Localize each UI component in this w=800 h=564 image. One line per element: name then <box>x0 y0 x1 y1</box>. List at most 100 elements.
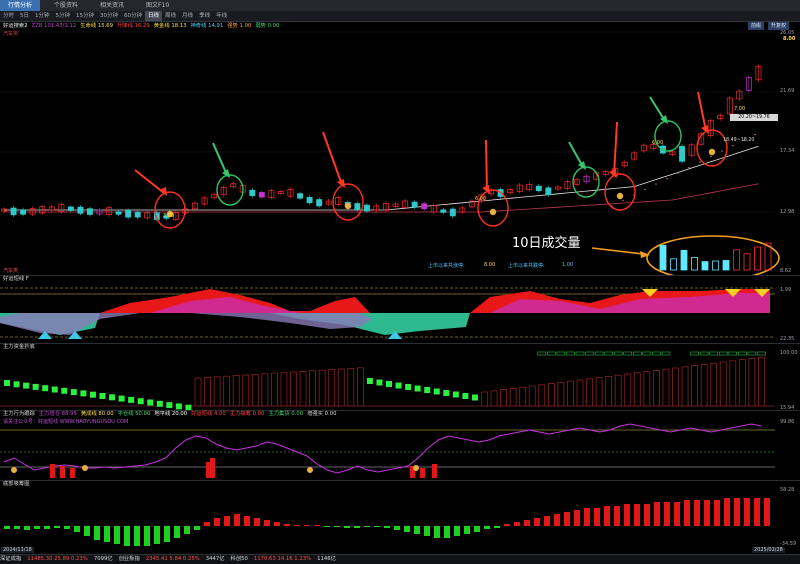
panel3-bar-chart[interactable] <box>0 350 780 410</box>
p3-green-block-1 <box>13 381 20 388</box>
money-bag-icon-2 <box>489 208 497 216</box>
p4-badge-icon-3 <box>413 465 419 471</box>
p5-bar-6 <box>64 526 70 529</box>
p3-green-block-5 <box>51 386 58 393</box>
green-circle-2 <box>654 120 682 152</box>
main-indicator-header: 好运搜索2 ZZB 101.43/3.12 生命线 15.69 升降线 16.29 黄金… <box>3 22 283 30</box>
p3-top-marker-77 <box>738 351 747 356</box>
p4-red-bar-1 <box>60 466 65 478</box>
panel2-band-chart[interactable] <box>0 283 780 343</box>
p3-red-outline-73 <box>700 363 708 407</box>
volume-bar-7 <box>733 249 740 271</box>
period-button-8[interactable]: 周线 <box>162 11 179 21</box>
tab-1[interactable]: 个股资料 <box>46 0 86 11</box>
limit-down-label: 上市以来共跌停: <box>508 263 545 269</box>
ma-line-white <box>4 145 759 211</box>
p3-red-outline-70 <box>672 367 679 407</box>
p3-red-outline-79 <box>758 356 765 407</box>
candle-body-33 <box>316 199 323 207</box>
p3-top-marker-60 <box>575 351 585 356</box>
p3-red-outline-65 <box>624 373 632 407</box>
tab-0[interactable]: 行情分析 <box>0 0 41 11</box>
projection-dot-5 <box>666 177 668 180</box>
main-candlestick-chart[interactable] <box>0 30 800 275</box>
green-arrow-0 <box>212 142 228 176</box>
period-button-6[interactable]: 60分钟 <box>121 11 145 21</box>
p3-green-block-45 <box>433 388 440 395</box>
p5-bar-18 <box>184 526 190 534</box>
projection-dot-11 <box>732 144 734 147</box>
p3-top-marker-66 <box>632 351 642 356</box>
level-label-3: 3.00 <box>163 213 175 219</box>
p3-red-outline-35 <box>337 368 345 407</box>
tab-2[interactable]: 相关资讯 <box>92 0 132 11</box>
p3-red-outline-78 <box>748 357 756 407</box>
p5-bar-55 <box>554 514 560 526</box>
p3-green-block-11 <box>109 394 116 401</box>
status-item-5: 3447亿 <box>205 556 225 562</box>
period-button-1[interactable]: 5日 <box>17 11 32 21</box>
p3-green-block-3 <box>32 383 39 390</box>
volume-bar-5 <box>712 260 719 271</box>
prefix-button[interactable]: 前缀 <box>748 22 765 30</box>
p3-top-marker-79 <box>757 351 766 356</box>
p3-red-outline-25 <box>242 374 250 407</box>
p5-bar-2 <box>24 526 30 530</box>
p3-red-outline-33 <box>318 369 326 407</box>
main-header-item-3: 升降线 16.29 <box>117 23 150 29</box>
volume-bar-0 <box>659 244 667 271</box>
panel4-header-item-2: 黄成线 80.00 <box>80 411 114 417</box>
panel3-axis-top: 100.00 <box>780 350 798 356</box>
period-button-2[interactable]: 1分钟 <box>32 11 53 21</box>
money-bag-icon-3 <box>616 192 624 200</box>
p4-badge-icon-2 <box>307 467 313 473</box>
p3-top-marker-62 <box>594 351 604 356</box>
level-label-6: 6.00 <box>652 140 664 146</box>
p3-green-block-43 <box>414 385 421 392</box>
p5-bar-49 <box>494 526 500 528</box>
p3-green-block-46 <box>443 390 450 396</box>
adjust-button[interactable]: 升复权 <box>768 22 790 30</box>
p5-bar-57 <box>574 510 580 526</box>
panel4-header-item-3: 平仓线 50.00 <box>117 411 151 417</box>
p5-bar-54 <box>544 516 550 526</box>
candle-body-2 <box>20 209 27 215</box>
volume-pointer-line <box>591 247 644 255</box>
main-header-item-6: 强势 1.00 <box>227 23 252 29</box>
panel2-axis-top: 1.99 <box>780 287 792 293</box>
period-button-3[interactable]: 5分钟 <box>53 11 74 21</box>
panel4-line-chart[interactable] <box>0 418 780 480</box>
p5-bar-17 <box>174 526 180 538</box>
panel2-header: 好运短线 F <box>3 275 33 283</box>
status-item-8: 1146亿 <box>317 556 336 562</box>
p5-bar-22 <box>224 516 230 526</box>
red-arrow-0 <box>134 169 165 194</box>
p5-bar-63 <box>634 504 640 526</box>
p3-red-outline-20 <box>194 377 202 407</box>
period-button-9[interactable]: 月线 <box>179 11 196 21</box>
period-button-0[interactable]: 分时 <box>0 11 17 21</box>
p3-red-outline-28 <box>270 372 278 407</box>
period-button-5[interactable]: 30分钟 <box>97 11 121 21</box>
projection-dot-1 <box>622 199 624 202</box>
period-button-10[interactable]: 季线 <box>196 11 213 21</box>
p5-bar-58 <box>584 508 590 526</box>
p5-bar-60 <box>604 506 610 526</box>
period-button-11[interactable]: 年线 <box>213 11 230 21</box>
p3-top-marker-58 <box>556 351 566 356</box>
p3-top-marker-57 <box>547 351 556 356</box>
p5-bar-34 <box>344 526 350 528</box>
red-arrow-4 <box>697 91 707 132</box>
p3-red-outline-77 <box>738 359 746 407</box>
period-button-7[interactable]: 日线 <box>145 11 163 21</box>
p5-bar-16 <box>164 526 170 542</box>
tab-3[interactable]: 图文F10 <box>138 0 177 11</box>
period-button-4[interactable]: 15分钟 <box>73 11 97 21</box>
panel5-bar-chart[interactable] <box>0 486 780 546</box>
p5-bar-62 <box>624 504 630 526</box>
p5-bar-35 <box>354 526 360 528</box>
candle-body-32 <box>306 196 313 204</box>
p3-red-outline-27 <box>261 373 269 407</box>
main-header-item-2: 生命线 15.69 <box>80 23 113 29</box>
date-start: 2024/11/18 <box>1 547 34 553</box>
